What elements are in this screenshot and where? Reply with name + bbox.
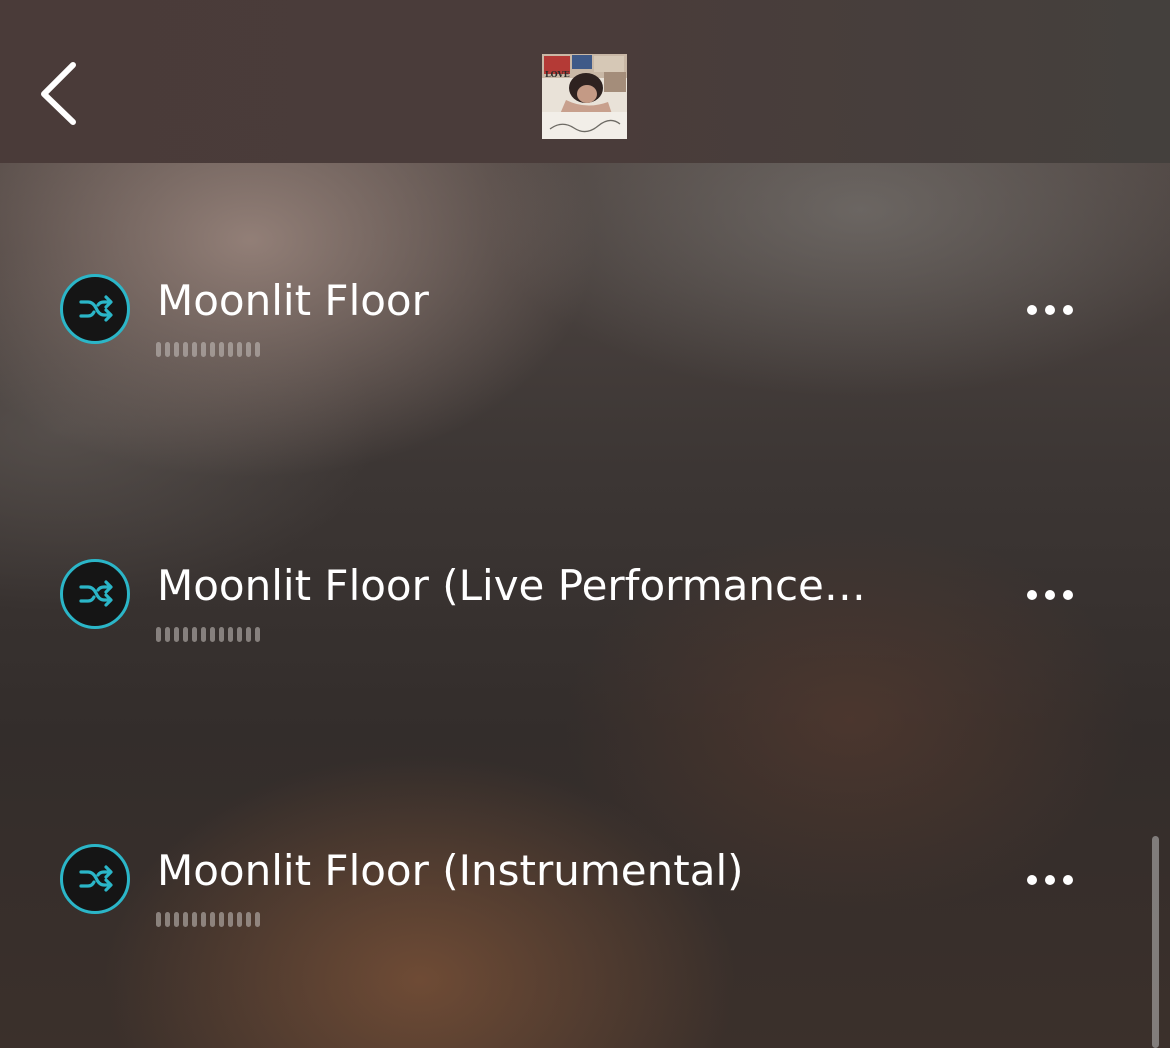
more-dot — [1063, 875, 1073, 885]
more-dot — [1027, 875, 1037, 885]
more-dot — [1027, 590, 1037, 600]
back-button[interactable] — [30, 54, 90, 132]
more-dot — [1045, 875, 1055, 885]
shuffle-play-button[interactable] — [60, 559, 130, 629]
shuffle-icon — [79, 295, 113, 322]
track-title[interactable]: Moonlit Floor (Live Performance… — [157, 559, 867, 613]
loading-placeholder — [156, 342, 260, 358]
svg-text:LOVE: LOVE — [545, 69, 570, 79]
shuffle-icon — [79, 580, 113, 607]
top-bar: LOVE — [0, 0, 1170, 163]
chevron-left-icon — [41, 62, 76, 125]
track-row[interactable]: Moonlit Floor (Live Performance… — [0, 559, 1140, 679]
album-art-thumbnail[interactable]: LOVE — [542, 54, 627, 139]
more-dot — [1063, 305, 1073, 315]
more-options-button[interactable] — [1020, 866, 1080, 896]
shuffle-play-button[interactable] — [60, 274, 130, 344]
loading-placeholder — [156, 627, 260, 643]
track-list-screen: LOVE Moonlit Floor Moonlit Floor (Live P… — [0, 0, 1170, 1048]
shuffle-play-button[interactable] — [60, 844, 130, 914]
more-dot — [1045, 305, 1055, 315]
shuffle-icon — [79, 865, 113, 892]
loading-placeholder — [156, 912, 260, 928]
track-row[interactable]: Moonlit Floor (Instrumental) — [0, 844, 1140, 964]
track-title[interactable]: Moonlit Floor (Instrumental) — [157, 844, 867, 898]
more-dot — [1063, 590, 1073, 600]
more-dot — [1027, 305, 1037, 315]
album-cover-image: LOVE — [542, 54, 627, 139]
track-title[interactable]: Moonlit Floor — [157, 274, 867, 328]
vertical-scrollbar[interactable] — [1152, 836, 1159, 1048]
more-options-button[interactable] — [1020, 296, 1080, 326]
more-dot — [1045, 590, 1055, 600]
track-row[interactable]: Moonlit Floor — [0, 274, 1140, 394]
more-options-button[interactable] — [1020, 581, 1080, 611]
